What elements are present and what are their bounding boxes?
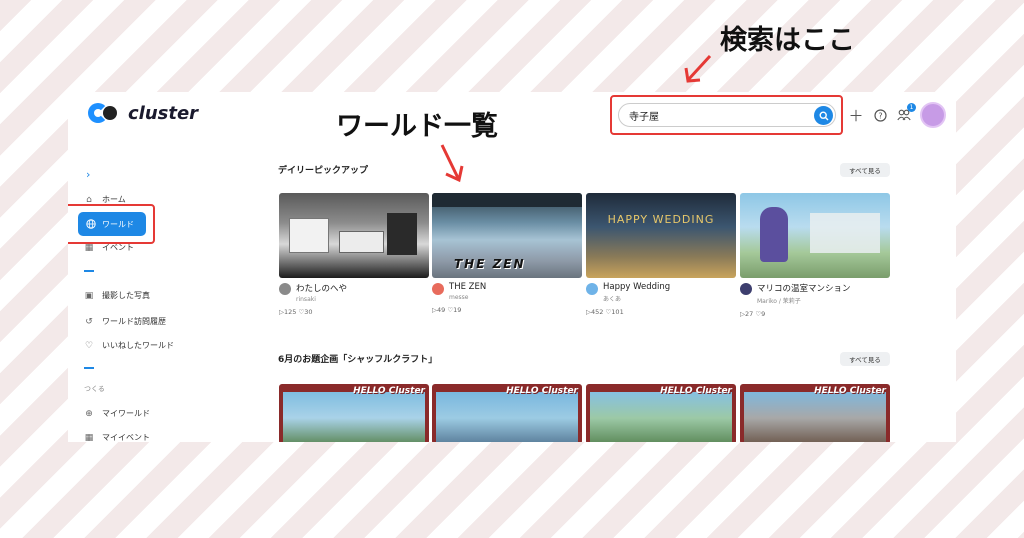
sidebar-item-label: いいねしたワールド: [102, 341, 174, 350]
divider: [84, 270, 94, 272]
sidebar-item-label: ワールド訪問履歴: [102, 317, 166, 326]
thumbnail-overlay-text: THE ZEN: [454, 257, 526, 271]
world-title: わたしのへや: [296, 284, 348, 294]
see-all-button[interactable]: すべて見る: [840, 352, 890, 366]
divider: [84, 367, 94, 369]
search-highlight: [610, 95, 843, 135]
thumbnail-overlay-text: HAPPY WEDDING: [607, 213, 715, 226]
user-avatar[interactable]: [920, 102, 946, 128]
world-stats: ▷27 ♡9: [740, 310, 766, 318]
sidebar-item-label: マイワールド: [102, 409, 150, 418]
world-card[interactable]: HELLO Cluster: [586, 384, 736, 442]
section-title-daily: デイリーピックアップ: [278, 166, 369, 176]
annotation-search: 検索はここ: [720, 25, 855, 56]
world-thumbnail: HELLO Cluster: [740, 384, 890, 442]
notification-badge: 1: [907, 103, 916, 112]
world-author: あくあ: [603, 296, 622, 303]
sidebar-item-label: マイイベント: [102, 433, 150, 442]
author-avatar: [279, 283, 291, 295]
history-icon: ↺: [85, 316, 93, 327]
world-card[interactable]: HELLO Cluster: [279, 384, 429, 442]
logo-text: cluster: [128, 102, 199, 124]
cluster-logo[interactable]: cluster: [88, 102, 198, 124]
arrow-to-search-icon: [684, 54, 712, 83]
sidebar-item-liked[interactable]: ♡ いいねしたワールド: [84, 340, 174, 351]
see-all-button[interactable]: すべて見る: [840, 163, 890, 177]
world-author: rinsaki: [296, 296, 316, 303]
world-stats: ▷452 ♡101: [586, 308, 624, 316]
svg-text:?: ?: [878, 111, 882, 120]
calendar-icon: ▦: [84, 242, 94, 253]
thumbnail-overlay-text: HELLO Cluster: [353, 386, 425, 396]
section-title-june: 6月のお題企画「シャッフルクラフト」: [278, 355, 438, 365]
world-title: マリコの温室マンション: [757, 284, 851, 294]
friends-icon[interactable]: 1: [896, 103, 916, 123]
thumbnail-overlay-text: HELLO Cluster: [660, 386, 732, 396]
world-title: THE ZEN: [449, 282, 487, 292]
sidebar-item-history[interactable]: ↺ ワールド訪問履歴: [84, 316, 166, 327]
globe-icon: ⊕: [85, 408, 93, 419]
plus-icon[interactable]: ＋: [848, 107, 864, 125]
world-thumbnail: HELLO Cluster: [279, 384, 429, 442]
world-author: messe: [449, 294, 469, 301]
arrow-to-list-icon: [440, 144, 464, 183]
help-icon[interactable]: ?: [872, 107, 888, 123]
world-card[interactable]: わたしのへや rinsaki ▷125 ♡30: [279, 193, 429, 316]
cluster-window: cluster ＋ ? 1 › ⌂ ホーム ワールド ▦: [68, 92, 956, 442]
sidebar-item-my-event[interactable]: ▦ マイイベント: [84, 432, 150, 443]
world-card[interactable]: HELLO Cluster: [740, 384, 890, 442]
world-card[interactable]: HAPPY WEDDING Happy Wedding あくあ ▷452 ♡10…: [586, 193, 736, 316]
calendar-icon: ▦: [84, 432, 94, 443]
world-thumbnail: HELLO Cluster: [432, 384, 582, 442]
expand-chevron-icon[interactable]: ›: [86, 168, 90, 181]
home-icon: ⌂: [86, 194, 92, 205]
world-thumbnail: [279, 193, 429, 278]
world-thumbnail: HAPPY WEDDING: [586, 193, 736, 278]
sidebar-item-event[interactable]: ▦ イベント: [84, 242, 134, 253]
world-thumbnail: [740, 193, 890, 278]
sidebar-item-label: 撮影した写真: [102, 291, 150, 300]
thumbnail-overlay-text: HELLO Cluster: [506, 386, 578, 396]
world-thumbnail: HELLO Cluster: [586, 384, 736, 442]
header-actions: ＋ ? 1: [848, 102, 946, 128]
image-icon: ▣: [84, 290, 94, 301]
world-stats: ▷49 ♡19: [432, 306, 462, 314]
world-card[interactable]: HELLO Cluster: [432, 384, 582, 442]
world-card[interactable]: THE ZEN THE ZEN messe ▷49 ♡19: [432, 193, 582, 314]
sidebar-item-photos[interactable]: ▣ 撮影した写真: [84, 290, 150, 301]
world-author: Mariko / 茉莉子: [757, 298, 801, 305]
world-highlight: [68, 204, 155, 244]
world-thumbnail: THE ZEN: [432, 193, 582, 278]
cluster-logo-icon: [88, 102, 122, 124]
sidebar-item-label: イベント: [102, 243, 134, 252]
sidebar-item-my-world[interactable]: ⊕ マイワールド: [84, 408, 150, 419]
heart-icon: ♡: [84, 340, 94, 351]
world-stats: ▷125 ♡30: [279, 308, 313, 316]
author-avatar: [432, 283, 444, 295]
annotation-world-list: ワールド一覧: [336, 111, 498, 142]
author-avatar: [586, 283, 598, 295]
thumbnail-overlay-text: HELLO Cluster: [814, 386, 886, 396]
section-create-label: つくる: [84, 385, 105, 393]
author-avatar: [740, 283, 752, 295]
world-card[interactable]: マリコの温室マンション Mariko / 茉莉子 ▷27 ♡9: [740, 193, 890, 318]
world-title: Happy Wedding: [603, 282, 671, 292]
